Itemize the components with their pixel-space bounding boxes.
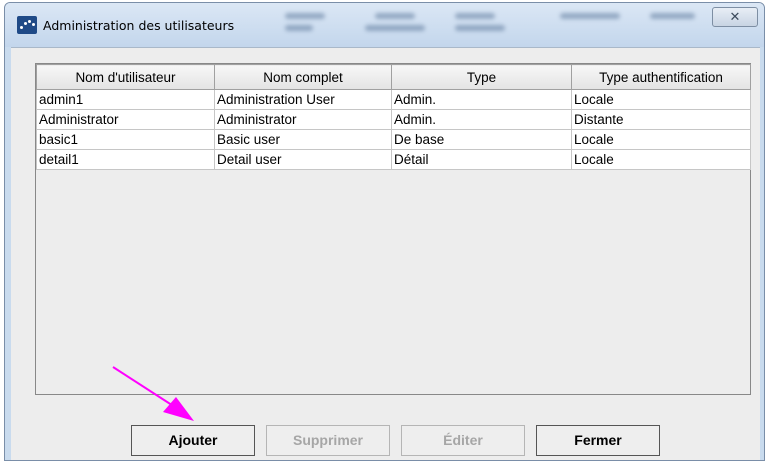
cell-full-name: Basic user [214,129,392,150]
cell-auth-type: Locale [571,149,751,170]
cell-auth-type: Locale [571,129,751,150]
delete-button[interactable]: Supprimer [266,425,390,456]
column-header-username[interactable]: Nom d'utilisateur [36,64,215,90]
user-admin-dialog: Administration des utilisateurs ✕ Nom d'… [4,2,765,461]
window-title: Administration des utilisateurs [43,18,235,33]
table-row[interactable]: Administrator Administrator Admin. Dista… [36,109,751,130]
column-header-auth-type[interactable]: Type authentification [571,64,751,90]
cell-type: Admin. [391,109,572,130]
cell-username: admin1 [36,89,215,110]
cell-type: Détail [391,149,572,170]
table-header-row: Nom d'utilisateur Nom complet Type Type … [36,64,751,90]
column-header-full-name[interactable]: Nom complet [214,64,392,90]
table-row[interactable]: admin1 Administration User Admin. Locale [36,89,751,110]
cell-auth-type: Distante [571,109,751,130]
cell-full-name: Detail user [214,149,392,170]
cell-username: basic1 [36,129,215,150]
dialog-content: Nom d'utilisateur Nom complet Type Type … [11,47,760,460]
cell-username: Administrator [36,109,215,130]
cell-full-name: Administrator [214,109,392,130]
cell-type: Admin. [391,89,572,110]
cell-username: detail1 [36,149,215,170]
title-bar[interactable]: Administration des utilisateurs ✕ [5,3,764,47]
users-table: Nom d'utilisateur Nom complet Type Type … [36,64,751,170]
table-row[interactable]: detail1 Detail user Détail Locale [36,149,751,170]
edit-button[interactable]: Éditer [401,425,525,456]
cell-auth-type: Locale [571,89,751,110]
close-window-button[interactable]: ✕ [712,7,758,27]
close-button[interactable]: Fermer [536,425,660,456]
cell-type: De base [391,129,572,150]
column-header-type[interactable]: Type [391,64,572,90]
table-row[interactable]: basic1 Basic user De base Locale [36,129,751,150]
add-button[interactable]: Ajouter [131,425,255,456]
blurred-background-toolbar [265,7,695,41]
users-table-container[interactable]: Nom d'utilisateur Nom complet Type Type … [35,63,751,395]
close-icon: ✕ [729,9,741,24]
app-icon [17,16,37,34]
cell-full-name: Administration User [214,89,392,110]
